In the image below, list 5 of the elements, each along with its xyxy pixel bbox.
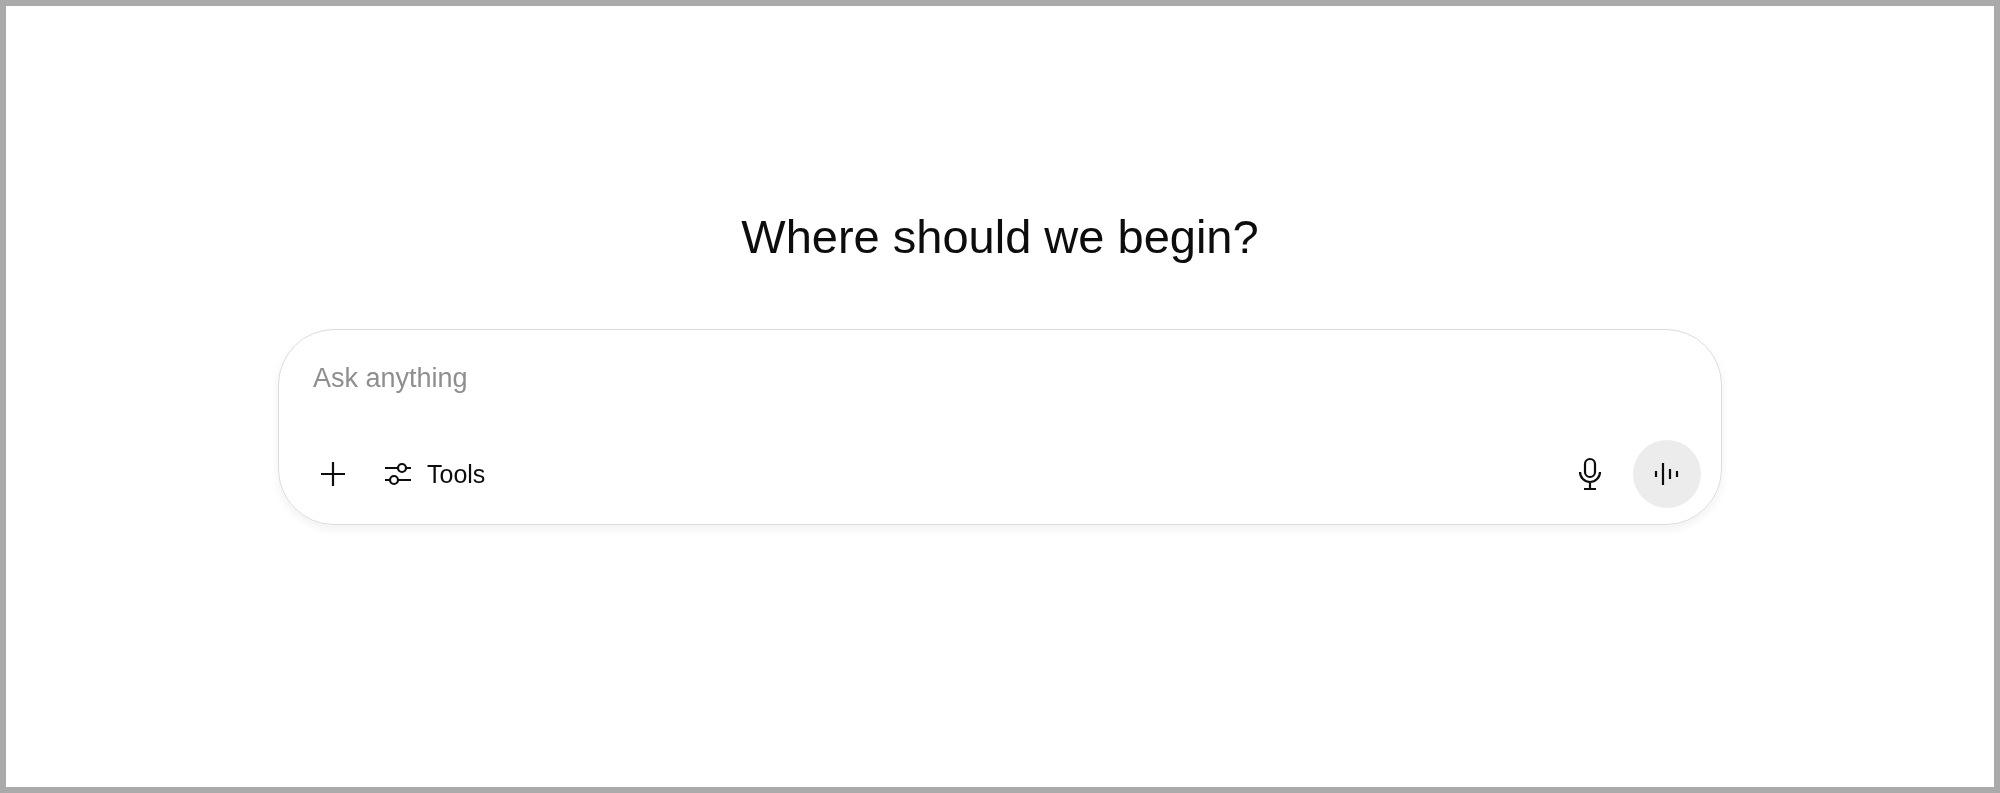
- plus-icon: [319, 460, 347, 489]
- waveform-icon: [1654, 462, 1680, 487]
- microphone-icon: [1577, 457, 1603, 492]
- tools-button[interactable]: Tools: [377, 449, 492, 500]
- heading: Where should we begin?: [741, 209, 1259, 265]
